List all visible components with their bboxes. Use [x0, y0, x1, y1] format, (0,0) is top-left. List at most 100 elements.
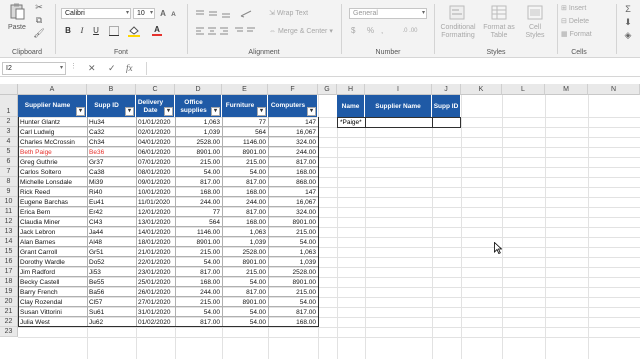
row-header-4[interactable]: 4: [0, 137, 18, 147]
shrink-font-icon[interactable]: A: [169, 9, 178, 19]
row-header-15[interactable]: 15: [0, 247, 18, 257]
row-header-16[interactable]: 16: [0, 257, 18, 267]
conditional-formatting-button[interactable]: Conditional Formatting: [438, 24, 478, 40]
row-header-23[interactable]: 23: [0, 327, 18, 337]
row-header-2[interactable]: 2: [0, 117, 18, 127]
column-header-i[interactable]: I: [365, 84, 432, 95]
copy-icon[interactable]: ⧉: [34, 15, 44, 25]
row-header-13[interactable]: 13: [0, 227, 18, 237]
column-header-h[interactable]: H: [337, 84, 365, 95]
format-as-table-icon[interactable]: [490, 4, 508, 20]
wrap-text-button[interactable]: ⇲ Wrap Text: [269, 9, 308, 17]
percent-button[interactable]: %: [367, 26, 374, 35]
cut-icon[interactable]: ✂: [34, 2, 44, 12]
column-header-b[interactable]: B: [87, 84, 136, 95]
align-left-center-right-icon[interactable]: [195, 27, 261, 36]
criteria-empty-cell[interactable]: [365, 117, 461, 128]
column-header-l[interactable]: L: [502, 84, 545, 95]
format-as-table-button[interactable]: Format as Table: [482, 24, 516, 40]
column-header-m[interactable]: M: [545, 84, 588, 95]
format-painter-icon[interactable]: 🖌: [33, 28, 44, 38]
row-header-9[interactable]: 9: [0, 187, 18, 197]
header-line-1: Supp ID: [94, 102, 119, 110]
cell-styles-icon[interactable]: [526, 4, 544, 20]
column-header-d[interactable]: D: [175, 84, 222, 95]
underline-button[interactable]: U: [91, 26, 101, 36]
formula-input[interactable]: [146, 62, 638, 75]
column-header-e[interactable]: E: [222, 84, 268, 95]
format-button[interactable]: ▦ Format: [561, 30, 592, 38]
column-header-a[interactable]: A: [18, 84, 87, 95]
autosum-icon[interactable]: Σ: [620, 4, 636, 14]
insert-button[interactable]: ⊞ Insert: [561, 4, 586, 12]
delete-icon: ⊟: [561, 18, 569, 25]
select-all-corner[interactable]: [0, 84, 18, 95]
italic-button[interactable]: I: [77, 26, 87, 36]
row-header-6[interactable]: 6: [0, 157, 18, 167]
number-format-combo[interactable]: General ▾: [349, 8, 427, 19]
conditional-formatting-icon[interactable]: [448, 4, 466, 20]
name-box[interactable]: I2 ▾: [2, 62, 66, 75]
column-gridline: [337, 95, 338, 359]
align-top-middle-bottom-icon[interactable]: [195, 9, 261, 18]
font-name-combo[interactable]: Calibri ▾: [61, 8, 131, 19]
paste-icon[interactable]: [6, 2, 28, 20]
insert-function-icon[interactable]: fx: [126, 63, 133, 73]
filter-dropdown-button[interactable]: ▾: [211, 107, 220, 116]
row-header-8[interactable]: 8: [0, 177, 18, 187]
column-gridline: [461, 95, 462, 359]
row-header-7[interactable]: 7: [0, 167, 18, 177]
criteria-header-cell[interactable]: Supplier Name: [365, 95, 432, 117]
row-header-12[interactable]: 12: [0, 217, 18, 227]
grow-font-icon[interactable]: A: [158, 8, 168, 19]
worksheet-grid[interactable]: ABCDEFGHIJKLMN 1 2 3 4 5 6 7 8 9 10 11 12 13 14 15 16 17…: [0, 84, 640, 359]
paste-button[interactable]: Paste: [8, 24, 26, 31]
filter-dropdown-button[interactable]: ▾: [307, 107, 316, 116]
row-header-11[interactable]: 11: [0, 207, 18, 217]
table-header-label: Computers: [271, 102, 305, 110]
column-header-f[interactable]: F: [268, 84, 318, 95]
criteria-header-cell[interactable]: Supp ID: [432, 95, 461, 117]
row-header-5[interactable]: 5: [0, 147, 18, 157]
column-header-c[interactable]: C: [136, 84, 175, 95]
styles-group: Conditional Formatting Format as Table Cel…: [436, 0, 556, 58]
row-header-1[interactable]: 1: [0, 95, 18, 117]
clear-icon[interactable]: ◈: [620, 30, 636, 40]
filter-dropdown-button[interactable]: ▾: [257, 107, 266, 116]
row-header-18[interactable]: 18: [0, 277, 18, 287]
criteria-value-cell[interactable]: *Paige*: [337, 117, 366, 128]
comma-button[interactable]: ,: [381, 26, 383, 35]
filter-dropdown-button[interactable]: ▾: [76, 107, 85, 116]
row-header-3[interactable]: 3: [0, 127, 18, 137]
row-header-19[interactable]: 19: [0, 287, 18, 297]
column-header-j[interactable]: J: [432, 84, 461, 95]
column-header-n[interactable]: N: [588, 84, 640, 95]
row-header-14[interactable]: 14: [0, 237, 18, 247]
row-header-21[interactable]: 21: [0, 307, 18, 317]
borders-icon[interactable]: [107, 26, 121, 36]
row-header-17[interactable]: 17: [0, 267, 18, 277]
filter-dropdown-button[interactable]: ▾: [164, 107, 173, 116]
row-header-20[interactable]: 20: [0, 297, 18, 307]
currency-button[interactable]: $: [351, 26, 355, 35]
column-header-k[interactable]: K: [461, 84, 502, 95]
fill-icon[interactable]: ⬇: [620, 17, 636, 27]
column-header-g[interactable]: G: [318, 84, 337, 95]
row-header-22[interactable]: 22: [0, 317, 18, 327]
filter-dropdown-button[interactable]: ▾: [125, 107, 134, 116]
decimal-icons[interactable]: .0 .00: [395, 26, 425, 36]
enter-icon[interactable]: ✓: [108, 63, 116, 74]
excel-window: Paste ✂ ⧉ 🖌 Clipboard Calibri ▾ 10 ▾ A A B…: [0, 0, 640, 359]
criteria-header-cell[interactable]: Name: [337, 95, 365, 117]
number-format-value: General: [353, 10, 378, 17]
bold-button[interactable]: B: [63, 26, 73, 36]
font-color-icon[interactable]: A: [151, 25, 163, 36]
cell-styles-button[interactable]: Cell Styles: [520, 24, 550, 40]
font-size-combo[interactable]: 10 ▾: [133, 8, 155, 19]
fill-color-icon[interactable]: [127, 25, 141, 37]
cancel-icon[interactable]: ✕: [88, 63, 96, 74]
ribbon: Paste ✂ ⧉ 🖌 Clipboard Calibri ▾ 10 ▾ A A B…: [0, 0, 640, 58]
merge-center-button[interactable]: ⇔ Merge & Center ▾: [269, 27, 333, 35]
row-header-10[interactable]: 10: [0, 197, 18, 207]
delete-button[interactable]: ⊟ Delete: [561, 17, 589, 25]
